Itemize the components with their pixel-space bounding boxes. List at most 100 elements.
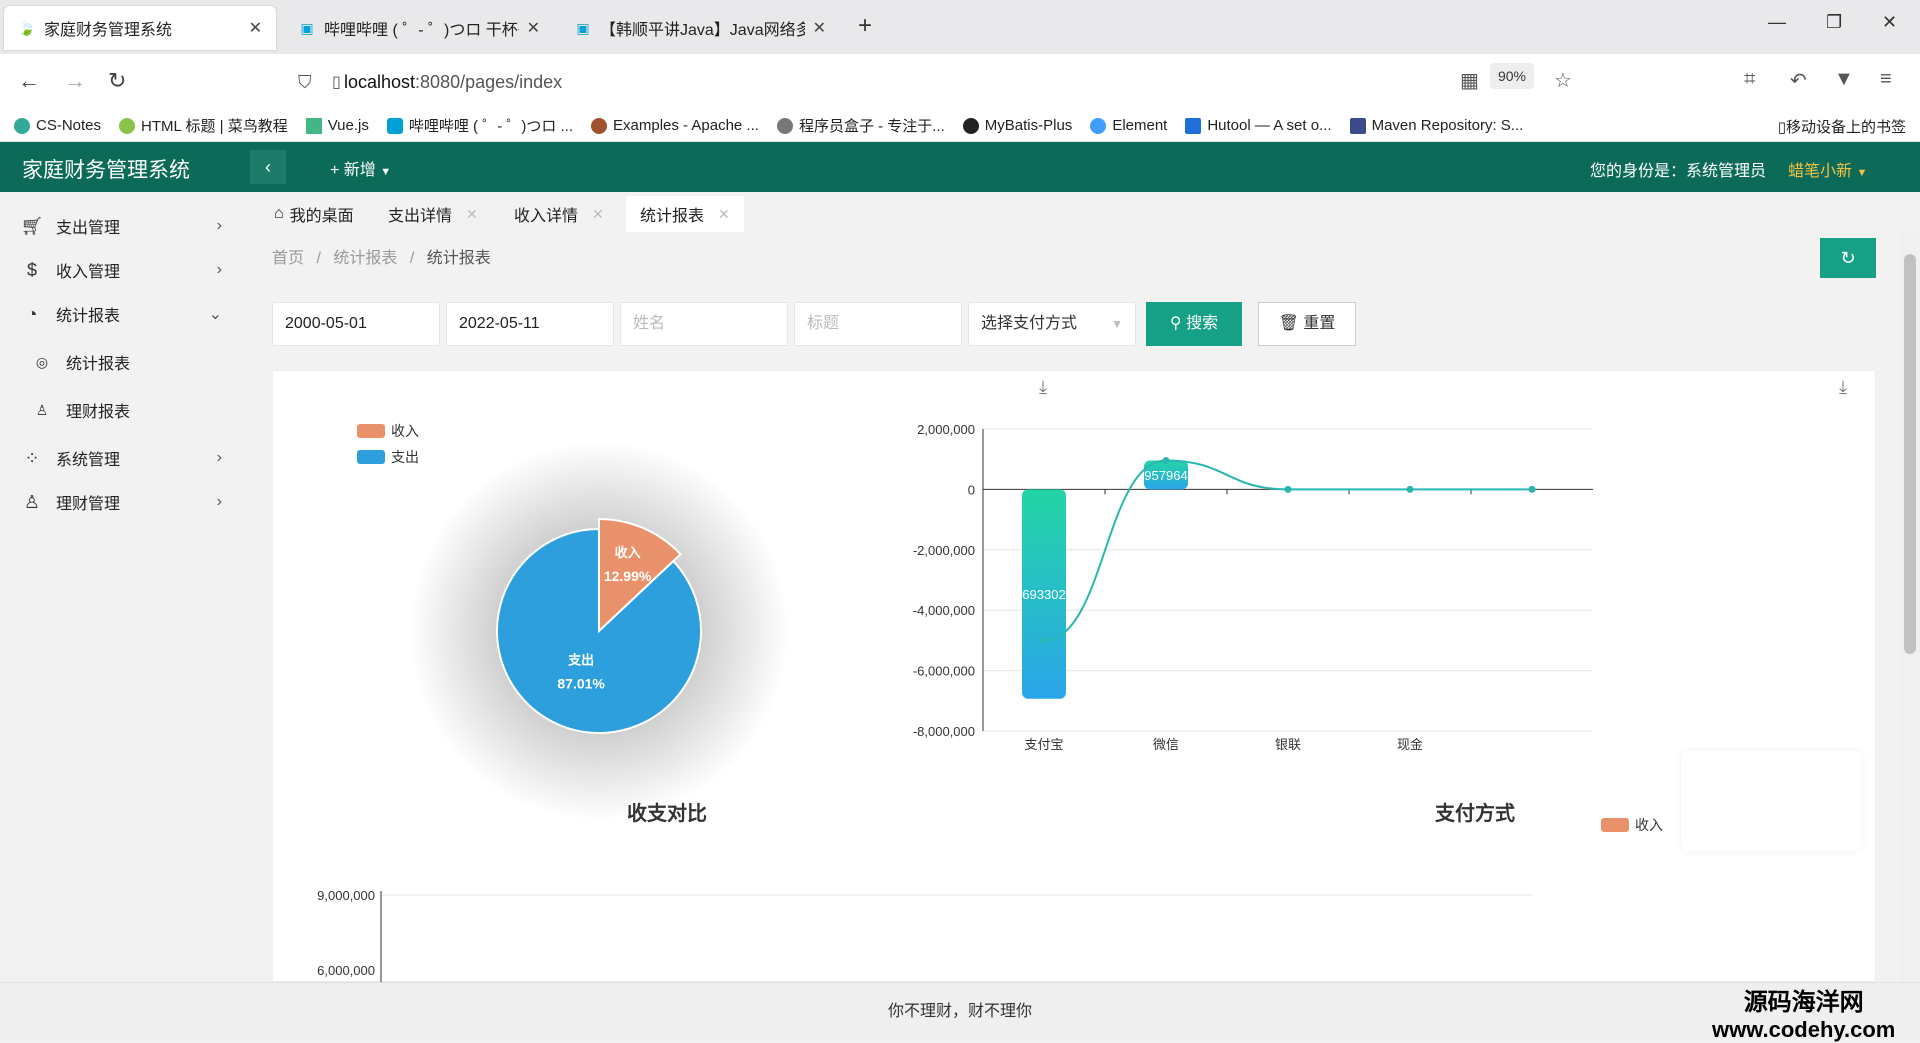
zoom-level[interactable]: 90% — [1490, 63, 1534, 89]
close-tab-icon[interactable]: ✕ — [249, 18, 262, 38]
sidebar-item-system[interactable]: ⁘ 系统管理 › — [0, 438, 252, 478]
sidebar-item-label: 系统管理 — [56, 452, 121, 469]
close-tab-icon[interactable]: ✕ — [813, 18, 826, 38]
end-date-field[interactable]: 2022-05-11 — [446, 302, 614, 346]
start-date-field[interactable]: 2000-05-01 — [272, 302, 440, 346]
star-icon[interactable]: ☆ — [1554, 68, 1572, 93]
line-point — [1406, 485, 1414, 493]
download-icon[interactable]: ⤓ — [1839, 377, 1847, 398]
bookmark-label: MyBatis-Plus — [984, 117, 1073, 134]
bookmark[interactable]: HTML 标题 | 菜鸟教程 — [119, 115, 288, 136]
browser-navbar: ← → ↻ ⛉ ▯ localhost:8080/pages/index ▦ 9… — [0, 54, 1920, 110]
tab-desktop[interactable]: ⌂ 我的桌面 — [260, 196, 368, 232]
bookmark[interactable]: Element — [1090, 117, 1167, 134]
pie-slice-name: 收入 — [615, 545, 641, 560]
pie-slice-percent: 87.01% — [557, 675, 605, 691]
browser-tab[interactable]: ▣ 哔哩哔哩 ( ゜- ゜)つロ 干杯~-bili ✕ — [284, 6, 554, 50]
bookmark-label: 程序员盒子 - 专注于... — [798, 118, 945, 135]
identity-text: 您的身份是：系统管理员 — [1590, 163, 1767, 180]
collapse-sidebar-button[interactable]: ‹ — [250, 150, 286, 184]
x-tick-label: 支付宝 — [1024, 737, 1063, 752]
bookmark[interactable]: Vue.js — [305, 117, 369, 134]
pie-legend-item[interactable]: 收入 — [357, 421, 419, 441]
tab-income-detail[interactable]: 收入详情 ✕ — [500, 196, 618, 232]
sidebar: 🛒︎ 支出管理 › $ 收入管理 › ◔ 统计报表 ⌄ ◎ 统计报表 ♙ 理财报… — [0, 192, 252, 982]
pie-chart: 收入 12.99% 支出 87.01% — [409, 441, 789, 821]
browser-tab[interactable]: ▣ 【韩顺平讲Java】Java网络多线 ✕ — [560, 6, 840, 50]
back-icon[interactable]: ← — [18, 68, 40, 94]
line-point — [1040, 636, 1048, 644]
sidebar-item-statistics[interactable]: ◔ 统计报表 ⌄ — [0, 294, 252, 334]
bar-legend-item[interactable]: 收入 — [1601, 815, 1663, 835]
chart-tooltip — [1681, 751, 1861, 851]
url-host: localhost — [344, 71, 416, 92]
breadcrumb-parent[interactable]: 统计报表 — [333, 250, 397, 267]
name-input[interactable]: 姓名 — [620, 302, 788, 346]
y-tick-label: -8,000,000 — [913, 724, 975, 739]
tab-label: 收入详情 — [514, 208, 579, 225]
add-new-label: + 新增 — [330, 162, 376, 179]
bookmark[interactable]: CS-Notes — [14, 117, 101, 134]
address-bar[interactable]: ⛉ ▯ localhost:8080/pages/index — [288, 62, 1548, 102]
add-new-menu[interactable]: + 新增 ▼ — [330, 156, 391, 180]
download-icon[interactable]: ⤓ — [1039, 377, 1047, 398]
reload-icon[interactable]: ↻ — [108, 68, 126, 94]
browser-tab-active[interactable]: 🍃 家庭财务管理系统 ✕ — [4, 6, 276, 50]
bookmark[interactable]: Hutool — A set o... — [1185, 117, 1332, 134]
tab-expense-detail[interactable]: 支出详情 ✕ — [374, 196, 492, 232]
search-label: 搜索 — [1186, 315, 1219, 332]
qr-code-icon[interactable]: ▦ — [1460, 68, 1479, 93]
maven-icon — [1349, 117, 1366, 134]
pie-slice-name: 支出 — [567, 652, 594, 667]
leaf-icon: 🍃 — [18, 19, 36, 36]
pay-method-select[interactable]: 选择支付方式 ▼ — [968, 302, 1136, 346]
chevron-right-icon: › — [216, 493, 222, 510]
y-tick-label: 6,000,000 — [317, 963, 375, 978]
sidebar-subitem-finance-report[interactable]: ♙ 理财报表 — [0, 390, 252, 430]
refresh-button[interactable]: ↻ — [1820, 238, 1876, 278]
grid-icon: ⁘ — [24, 447, 40, 468]
scrollbar-thumb[interactable] — [1904, 254, 1916, 654]
line-point — [1284, 485, 1292, 493]
close-tab-icon[interactable]: ✕ — [466, 206, 478, 223]
crop-icon[interactable]: ⌗ — [1744, 68, 1755, 91]
breadcrumb-current: 统计报表 — [426, 250, 491, 267]
app-title: 家庭财务管理系统 — [22, 159, 190, 182]
bar-chart-title: 支付方式 — [1435, 803, 1515, 825]
close-window-icon[interactable]: ✕ — [1882, 12, 1897, 33]
reset-button[interactable]: 🗑︎ 重置 — [1258, 302, 1356, 346]
breadcrumb-home[interactable]: 首页 — [272, 250, 304, 267]
close-tab-icon[interactable]: ✕ — [592, 206, 604, 223]
x-tick-label: 微信 — [1153, 737, 1179, 752]
title-input[interactable]: 标题 — [794, 302, 962, 346]
bookmark[interactable]: 哔哩哔哩 ( ゜- ゜)つロ ... — [386, 115, 573, 136]
sidebar-item-label: 收入管理 — [56, 264, 121, 281]
user-menu[interactable]: 蜡笔小新 ▼ — [1788, 157, 1867, 181]
bookmark-icon — [119, 117, 136, 134]
page-scrollbar[interactable] — [1900, 234, 1920, 982]
minimize-icon[interactable]: — — [1768, 12, 1786, 33]
extension-icon[interactable]: ▼ — [1834, 68, 1854, 91]
sidebar-item-finance[interactable]: ♙ 理财管理 › — [0, 482, 252, 522]
close-tab-icon[interactable]: ✕ — [527, 18, 540, 38]
search-button[interactable]: ⚲ 搜索 — [1146, 302, 1242, 346]
undo-icon[interactable]: ↶ — [1790, 68, 1807, 93]
tab-statistics[interactable]: 统计报表 ✕ — [626, 196, 744, 232]
sidebar-item-income[interactable]: $ 收入管理 › — [0, 250, 252, 290]
bookmark[interactable]: Examples - Apache ... — [591, 117, 759, 134]
bookmark[interactable]: Maven Repository: S... — [1349, 117, 1523, 134]
tab-title: 哔哩哔哩 ( ゜- ゜)つロ 干杯~-bili — [324, 22, 519, 39]
bookmark[interactable]: MyBatis-Plus — [962, 117, 1073, 134]
close-tab-icon[interactable]: ✕ — [718, 206, 730, 223]
bookmark-label: Element — [1112, 117, 1168, 134]
sidebar-subitem-statistics[interactable]: ◎ 统计报表 — [0, 342, 252, 382]
restore-icon[interactable]: ❐ — [1826, 12, 1842, 33]
bookmark[interactable]: 程序员盒子 - 专注于... — [776, 115, 945, 136]
menu-icon[interactable]: ≡ — [1880, 68, 1892, 91]
trash-icon: 🗑︎ — [1278, 315, 1299, 332]
new-tab-button[interactable]: + — [858, 12, 872, 40]
forward-icon[interactable]: → — [64, 68, 86, 94]
legend-swatch — [1601, 818, 1629, 832]
mobile-bookmarks[interactable]: ▯移动设备上的书签 — [1778, 116, 1906, 137]
sidebar-item-expense[interactable]: 🛒︎ 支出管理 › — [0, 206, 252, 246]
